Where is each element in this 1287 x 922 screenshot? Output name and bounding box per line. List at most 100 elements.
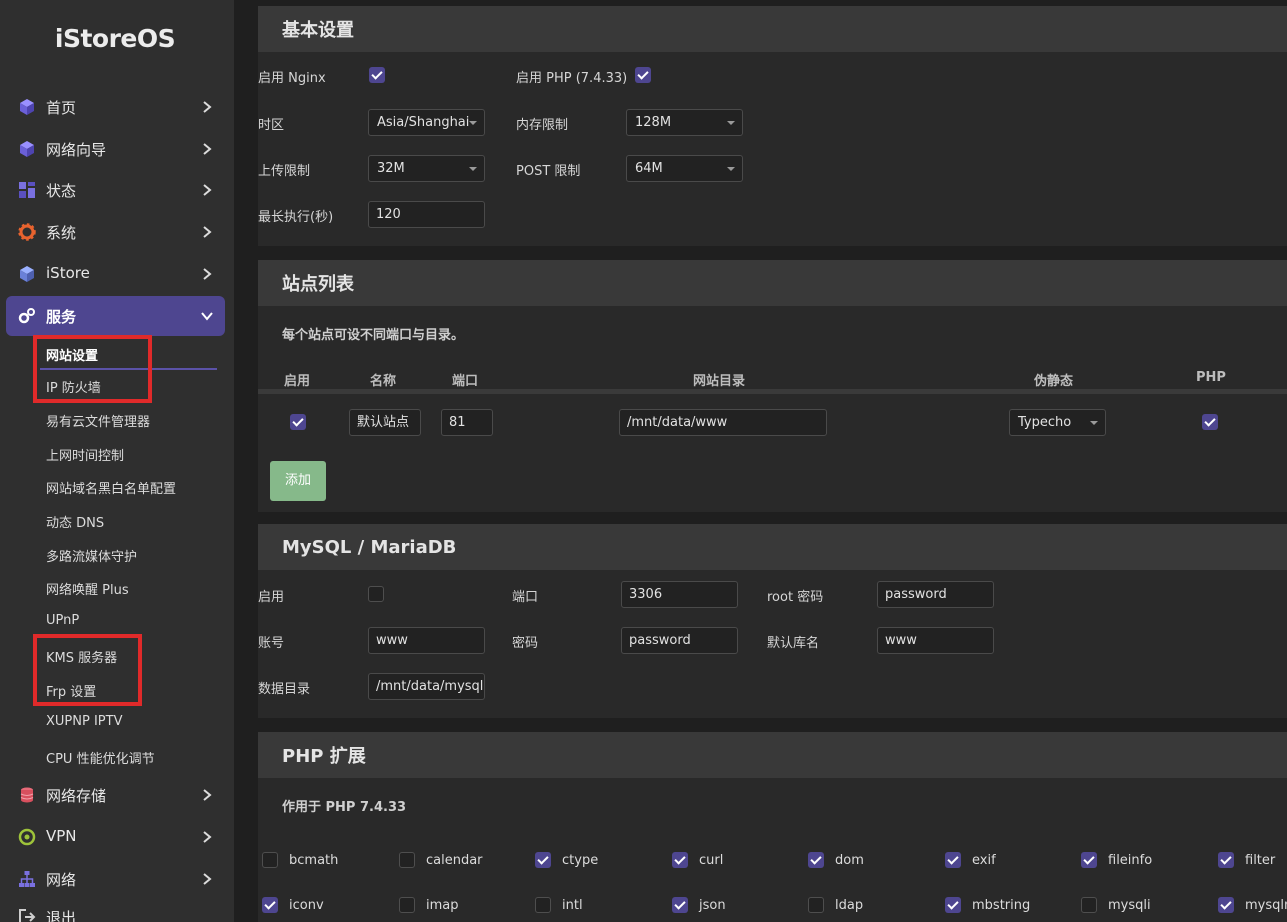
mysql-port-input[interactable]: 3306	[621, 581, 738, 608]
extension-checkbox[interactable]	[808, 852, 824, 868]
chevron-right-icon	[203, 184, 212, 196]
extension-checkbox[interactable]	[1218, 897, 1234, 913]
timezone-select[interactable]: Asia/Shanghai	[368, 109, 485, 136]
mysql-enable-checkbox[interactable]	[368, 586, 384, 602]
extension-checkbox[interactable]	[1081, 897, 1097, 913]
nav-home[interactable]: 首页	[6, 87, 225, 127]
extension-checkbox[interactable]	[672, 852, 688, 868]
nav-network[interactable]: 网络	[6, 859, 225, 899]
password-label: 密码	[512, 636, 539, 651]
extension-checkbox[interactable]	[535, 852, 551, 868]
logo: iStoreOS	[54, 24, 176, 53]
memory-limit-select[interactable]: 128M	[626, 109, 743, 136]
col-php: PHP	[1196, 370, 1226, 385]
extension-checkbox[interactable]	[1218, 852, 1234, 868]
root-password-label: root 密码	[767, 590, 824, 605]
nav-logout[interactable]: 退出	[6, 897, 225, 922]
memory-limit-label: 内存限制	[516, 118, 569, 133]
nav-vpn[interactable]: VPN	[6, 817, 225, 857]
table-header-divider	[258, 389, 1287, 394]
nav-services[interactable]: 服务	[6, 296, 225, 336]
chevron-down-icon	[201, 312, 213, 321]
extension-checkbox[interactable]	[399, 897, 415, 913]
sidebar-scroll-gutter	[234, 0, 258, 922]
extension-label: fileinfo	[1108, 853, 1153, 868]
max-exec-label: 最长执行(秒)	[258, 210, 334, 225]
dashboard-icon	[19, 182, 35, 198]
site-rewrite-select[interactable]: Typecho	[1009, 409, 1106, 436]
nav-label: VPN	[46, 827, 77, 845]
password-input[interactable]: password	[621, 627, 738, 654]
account-input[interactable]: www	[368, 627, 485, 654]
nav-label: 首页	[46, 99, 77, 117]
sub-ddns[interactable]: 动态 DNS	[46, 512, 104, 531]
sub-frp[interactable]: Frp 设置	[46, 681, 96, 700]
database-icon	[20, 787, 34, 803]
network-icon	[19, 871, 35, 887]
sub-stream-guard[interactable]: 多路流媒体守护	[46, 546, 137, 565]
nav-label: 网络存储	[46, 787, 107, 805]
extension-label: json	[699, 898, 726, 913]
extension-checkbox[interactable]	[672, 897, 688, 913]
data-dir-input[interactable]: /mnt/data/mysql	[368, 673, 485, 700]
default-db-input[interactable]: www	[877, 627, 994, 654]
chevron-right-icon	[203, 873, 212, 885]
nginx-label: 启用 Nginx	[258, 71, 326, 86]
extension-checkbox[interactable]	[535, 897, 551, 913]
extension-checkbox[interactable]	[808, 897, 824, 913]
site-php-checkbox[interactable]	[1202, 414, 1218, 430]
active-underline	[40, 368, 217, 370]
default-db-label: 默认库名	[767, 636, 820, 651]
site-name-input[interactable]: 默认站点	[349, 409, 421, 436]
sub-website-settings[interactable]: 网站设置	[46, 345, 98, 364]
chevron-right-icon	[203, 143, 212, 155]
sub-cpu-tuning[interactable]: CPU 性能优化调节	[46, 748, 155, 767]
add-site-button[interactable]: 添加	[270, 461, 326, 501]
cube-icon	[20, 141, 34, 157]
sub-upnp[interactable]: UPnP	[46, 613, 79, 628]
section-title: 基本设置	[258, 6, 1287, 52]
root-password-input[interactable]: password	[877, 581, 994, 608]
post-limit-select[interactable]: 64M	[626, 155, 743, 182]
site-dir-input[interactable]: /mnt/data/www	[619, 409, 827, 436]
nav-label: iStore	[46, 264, 90, 282]
sub-domain-list[interactable]: 网站域名黑白名单配置	[46, 478, 176, 497]
sub-wol-plus[interactable]: 网络唤醒 Plus	[46, 579, 129, 598]
gears-icon	[18, 308, 35, 324]
extension-checkbox[interactable]	[1081, 852, 1097, 868]
col-enable: 启用	[284, 374, 311, 389]
sub-ip-firewall[interactable]: IP 防火墙	[46, 377, 101, 396]
nav-status[interactable]: 状态	[6, 170, 225, 210]
nav-label: 退出	[46, 909, 77, 922]
sub-kms[interactable]: KMS 服务器	[46, 647, 117, 666]
site-list-panel: 站点列表 每个站点可设不同端口与目录。 启用 名称 端口 网站目录 伪静态 PH…	[258, 260, 1287, 512]
col-dir: 网站目录	[693, 374, 746, 389]
extension-label: mysqli	[1108, 898, 1151, 913]
nav-system[interactable]: 系统	[6, 212, 225, 252]
extension-label: curl	[699, 853, 724, 868]
extension-checkbox[interactable]	[262, 852, 278, 868]
extension-checkbox[interactable]	[262, 897, 278, 913]
cube-icon	[20, 266, 34, 282]
nginx-checkbox[interactable]	[369, 67, 385, 83]
extension-checkbox[interactable]	[945, 897, 961, 913]
upload-limit-select[interactable]: 32M	[368, 155, 485, 182]
extension-checkbox[interactable]	[399, 852, 415, 868]
sub-file-manager[interactable]: 易有云文件管理器	[46, 411, 150, 430]
site-port-input[interactable]: 81	[441, 409, 493, 436]
extension-checkbox[interactable]	[945, 852, 961, 868]
extension-label: filter	[1245, 853, 1276, 868]
sub-time-control[interactable]: 上网时间控制	[46, 445, 124, 464]
extension-label: intl	[562, 898, 583, 913]
php-checkbox[interactable]	[635, 67, 651, 83]
gear-icon	[18, 223, 36, 241]
nav-storage[interactable]: 网络存储	[6, 775, 225, 815]
site-enable-checkbox[interactable]	[290, 414, 306, 430]
sub-xupnp-iptv[interactable]: XUPNP IPTV	[46, 714, 122, 729]
cube-icon	[20, 99, 34, 115]
nav-wizard[interactable]: 网络向导	[6, 129, 225, 169]
max-exec-input[interactable]: 120	[368, 201, 485, 228]
nav-istore[interactable]: iStore	[6, 254, 225, 294]
nav-label: 网络	[46, 871, 77, 889]
account-label: 账号	[258, 636, 285, 651]
